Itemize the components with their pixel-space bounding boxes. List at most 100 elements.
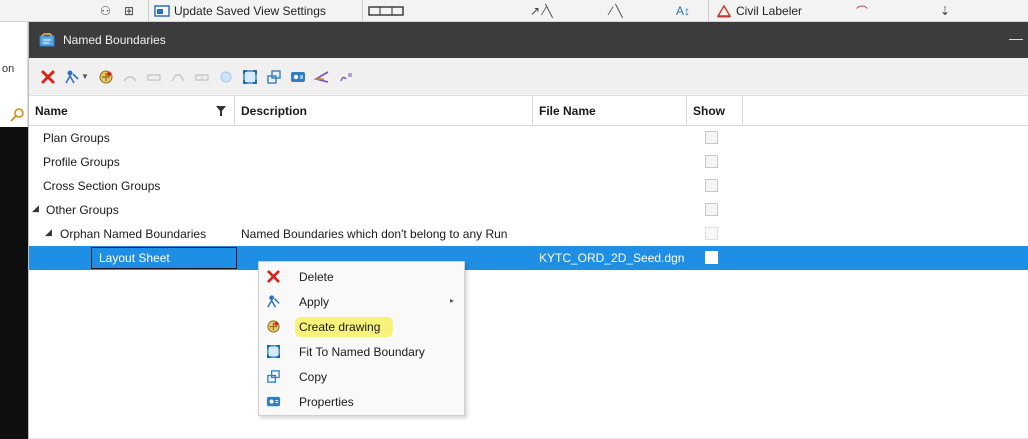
column-header-file-name[interactable]: File Name [533, 96, 687, 126]
fit-icon [266, 344, 280, 358]
table-row[interactable]: Profile Groups [29, 150, 1028, 174]
annotate-icon [340, 73, 352, 81]
context-menu-item-delete[interactable]: Delete [259, 264, 464, 289]
toolbar-plan-button[interactable] [119, 66, 141, 88]
context-menu-item-copy[interactable]: Copy [259, 364, 464, 389]
toolbar-annotate-button[interactable] [335, 66, 357, 88]
grid-header: Name Description File Name Show [29, 96, 1028, 126]
background-dark-panel [0, 127, 28, 439]
cross-section-icon [171, 73, 185, 81]
ribbon-pin-icon[interactable]: ⇣ [940, 2, 950, 20]
ribbon-binoculars-icon[interactable]: ⚇ [100, 2, 111, 20]
update-saved-view-label: Update Saved View Settings [174, 4, 326, 18]
left-rail-text-fragment: on [2, 63, 15, 75]
background-left-rail: on [0, 22, 28, 439]
dialog-titlebar[interactable]: Named Boundaries — [29, 22, 1028, 58]
civil-labeler-icon [716, 4, 732, 18]
column-header-file-name-label: File Name [539, 104, 596, 118]
row-name: Other Groups [46, 203, 119, 217]
row-name: Layout Sheet [99, 251, 170, 265]
table-row[interactable]: ◢ Other Groups [29, 198, 1028, 222]
toolbar-apply-button[interactable] [61, 66, 83, 88]
named-boundaries-icon [39, 33, 55, 47]
minimize-icon[interactable]: — [1009, 30, 1023, 46]
show-checkbox[interactable] [705, 227, 718, 240]
filter-icon[interactable] [216, 106, 226, 116]
ribbon-frame-icon[interactable] [368, 2, 404, 20]
toolbar-copy-button[interactable] [263, 66, 285, 88]
table-row[interactable]: ◢ Orphan Named Boundaries Named Boundari… [29, 222, 1028, 246]
row-name: Cross Section Groups [43, 179, 161, 193]
left-rail-tool-icon[interactable] [10, 108, 24, 122]
column-header-description[interactable]: Description [235, 96, 533, 126]
toolbar-civil-button[interactable] [191, 66, 213, 88]
context-menu-label: Delete [299, 270, 334, 284]
level-icon [313, 70, 329, 83]
table-row[interactable]: Cross Section Groups [29, 174, 1028, 198]
context-menu-label: Apply [299, 295, 330, 309]
toolbar-cross-section-button[interactable] [167, 66, 189, 88]
show-checkbox[interactable] [705, 131, 718, 144]
context-menu-label: Copy [299, 370, 328, 384]
ribbon-text-icon[interactable]: A↕ [676, 2, 690, 20]
row-description: Named Boundaries which don't belong to a… [241, 227, 508, 241]
civil-labeler-button[interactable]: Civil Labeler [716, 2, 802, 20]
create-drawing-icon [266, 319, 280, 333]
apply-icon [65, 70, 79, 83]
ribbon-curve-icon[interactable]: ⁄ ╲ [610, 2, 623, 20]
toolbar-profile-button[interactable] [143, 66, 165, 88]
properties-icon [266, 396, 280, 406]
dialog-title: Named Boundaries [63, 33, 166, 47]
column-header-show[interactable]: Show [687, 96, 743, 126]
ribbon-grid-icon[interactable]: ⊞ [124, 2, 134, 20]
copy-icon [267, 69, 281, 84]
collapse-triangle-icon[interactable]: ◢ [45, 227, 52, 238]
table-row-selected[interactable]: Layout Sheet KYTC_ORD_2D_Seed.dgn [29, 246, 1028, 270]
context-menu-label: Fit To Named Boundary [299, 345, 425, 359]
plan-icon [123, 75, 137, 82]
column-header-show-label: Show [693, 104, 725, 118]
background-ribbon: ⚇ ⊞ Update Saved View Settings ↗ ⁄╲ ⁄ ╲ … [0, 0, 1028, 22]
context-menu-item-apply[interactable]: Apply ▸ [259, 289, 464, 314]
named-boundary-icon [220, 71, 232, 82]
profile-icon [147, 73, 161, 81]
context-menu-label: Create drawing [299, 320, 381, 334]
context-menu-label: Properties [299, 395, 354, 409]
row-name: Plan Groups [43, 131, 110, 145]
update-saved-view-button[interactable]: Update Saved View Settings [154, 2, 326, 20]
show-checkbox[interactable] [705, 251, 718, 264]
ribbon-caret-icon[interactable]: ⌒ [856, 2, 868, 20]
toolbar-level-button[interactable] [311, 66, 333, 88]
column-header-name[interactable]: Name [29, 96, 235, 126]
grid-body: Plan Groups Profile Groups Cross Section… [29, 126, 1028, 270]
toolbar-delete-button[interactable] [37, 66, 59, 88]
apply-dropdown-caret-icon[interactable]: ▼ [81, 72, 89, 81]
civil-labeler-label: Civil Labeler [736, 4, 803, 18]
show-checkbox[interactable] [705, 203, 718, 216]
row-name: Profile Groups [43, 155, 120, 169]
context-menu-item-create-drawing[interactable]: Create drawing [259, 314, 464, 339]
toolbar-create-drawing-button[interactable] [95, 66, 117, 88]
column-header-name-label: Name [35, 104, 68, 118]
context-menu-item-properties[interactable]: Properties [259, 389, 464, 414]
saved-view-icon [154, 5, 170, 17]
toolbar-properties-button[interactable] [287, 66, 309, 88]
toolbar-named-boundary-button[interactable] [215, 66, 237, 88]
show-checkbox[interactable] [705, 155, 718, 168]
context-menu-item-fit-to-named-boundary[interactable]: Fit To Named Boundary [259, 339, 464, 364]
table-row[interactable]: Plan Groups [29, 126, 1028, 150]
ribbon-arrow-icon[interactable]: ↗ ⁄╲ [530, 2, 553, 20]
delete-icon [41, 70, 55, 83]
delete-icon [266, 269, 280, 283]
row-name: Orphan Named Boundaries [60, 227, 207, 241]
apply-icon [266, 294, 280, 307]
submenu-arrow-icon: ▸ [449, 296, 454, 305]
civil-icon [195, 73, 209, 81]
collapse-triangle-icon[interactable]: ◢ [32, 203, 39, 214]
context-menu: Delete Apply ▸ Create drawing Fit To Nam… [258, 261, 465, 416]
copy-icon [266, 369, 280, 383]
named-boundaries-dialog: Named Boundaries — ▼ Name Description Fi… [28, 22, 1028, 439]
show-checkbox[interactable] [705, 179, 718, 192]
fit-icon [243, 69, 257, 84]
toolbar-fit-button[interactable] [239, 66, 261, 88]
